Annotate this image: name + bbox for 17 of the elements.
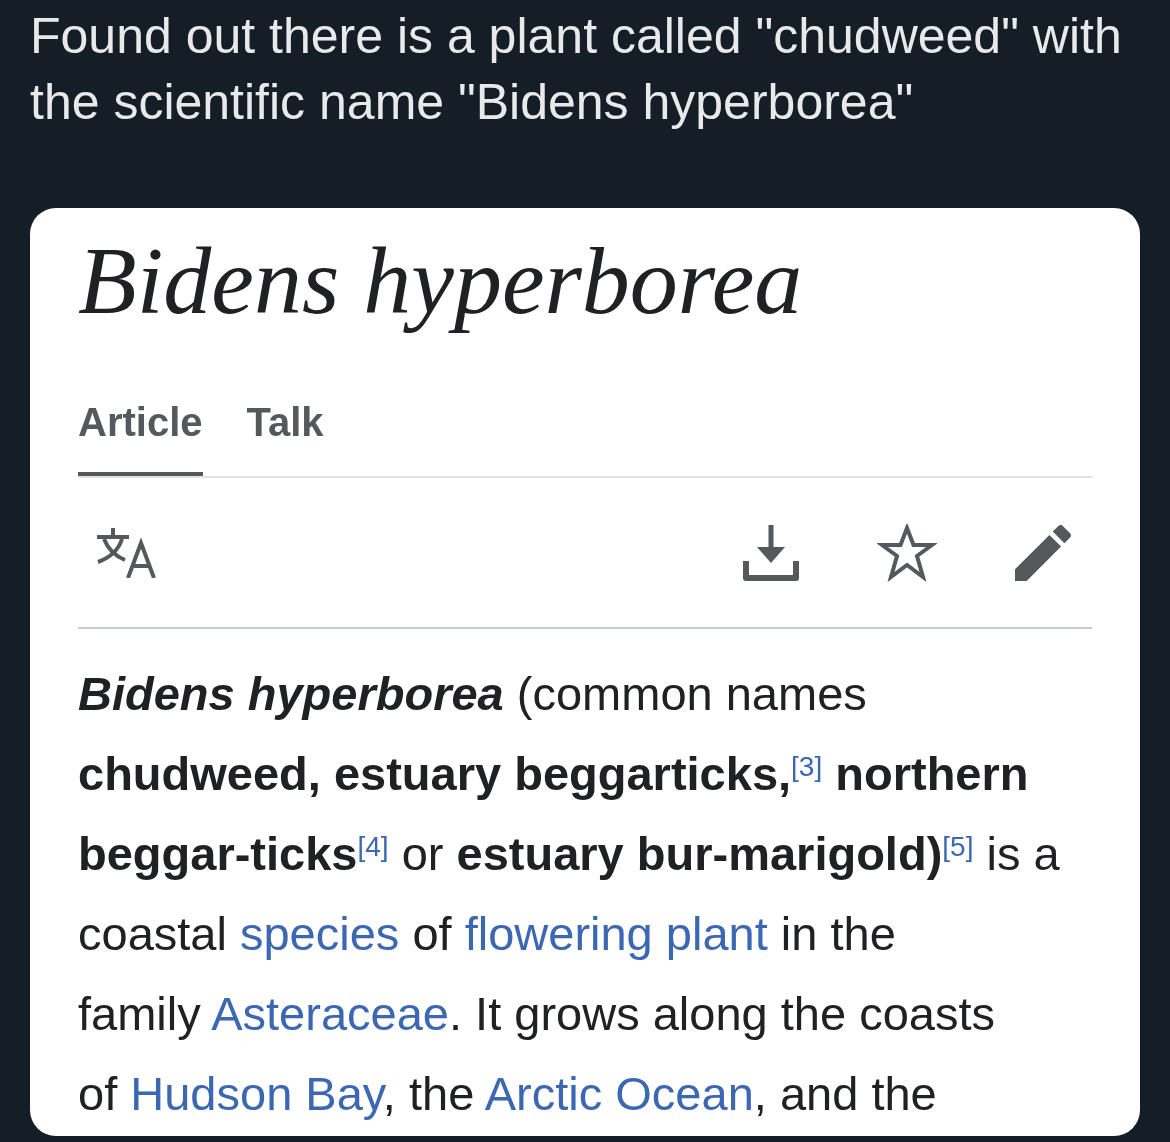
page-tab[interactable]: Article	[78, 402, 203, 477]
translate-icon[interactable]	[95, 527, 159, 578]
reference-link[interactable]: [3]	[791, 751, 823, 783]
reference-link[interactable]: [5]	[942, 831, 974, 863]
page-tab[interactable]: Talk	[246, 402, 324, 477]
article-link[interactable]: Hudson Bay	[130, 1067, 383, 1121]
article-link[interactable]: Asteraceae	[211, 987, 449, 1041]
post-text: Found out there is a plant called "chudweed" with the scientific name "Bidens hyperborea"	[30, 7, 1123, 132]
article-link[interactable]: Arctic Ocean	[484, 1067, 754, 1121]
star-icon[interactable]	[877, 523, 937, 582]
download-icon[interactable]	[743, 524, 799, 581]
article-paragraph: Bidens hyperborea (common names chudweed, estuary beggarticks,$^{[3]}$ northern beggar-ticks$^{[4]}$ or estuary bur-marigold)$^{[5]}$ is a coastal species of flowering plant in the family Asteraceae. It grows along the coasts of Hudson Bay, the Arctic Ocean, and the	[78, 666, 1061, 1123]
article-link[interactable]: species	[240, 907, 400, 961]
article-link[interactable]: flowering plant	[464, 907, 768, 961]
reference-link[interactable]: [4]	[357, 831, 389, 863]
pencil-icon[interactable]	[1015, 524, 1071, 581]
article-title: Bidens hyperborea	[78, 226, 804, 336]
